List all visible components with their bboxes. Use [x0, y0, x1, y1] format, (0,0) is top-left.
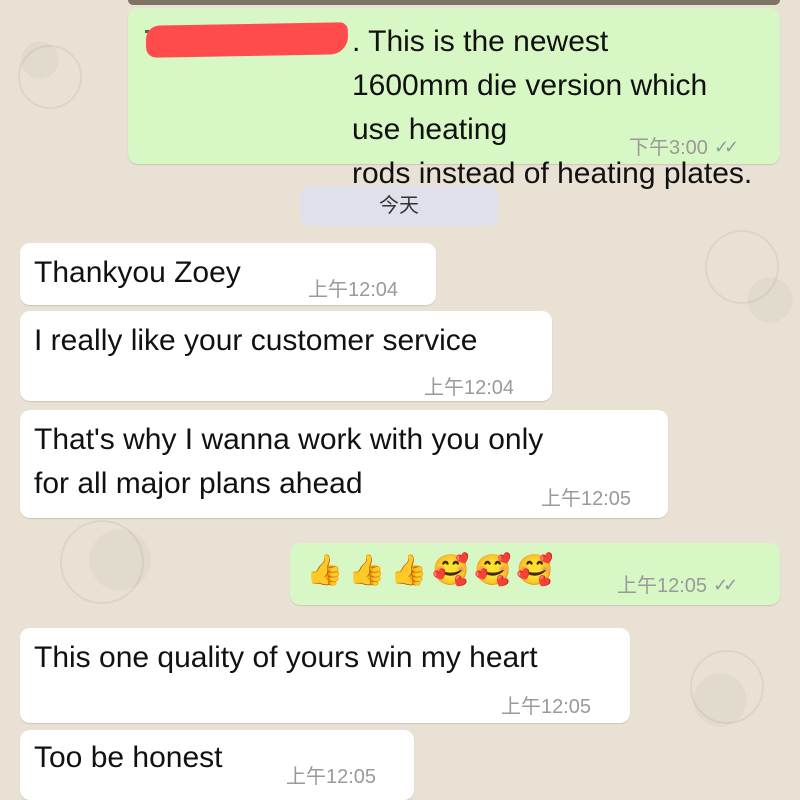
date-separator: 今天 — [300, 186, 498, 226]
message-time: 上午12:05 — [286, 766, 377, 788]
message-text: This one quality of yours win my heart — [34, 641, 538, 674]
background-doodle — [705, 230, 779, 304]
smiling-face-with-hearts-emoji: 🥰 — [432, 554, 470, 587]
message-time: 下午3:00 ✓✓ — [629, 131, 739, 160]
redaction-mark — [145, 22, 349, 58]
thumbs-up-emoji: 👍 — [306, 554, 344, 587]
thumbs-up-emoji: 👍 — [390, 554, 428, 587]
message-text: I really like your customer service — [34, 324, 478, 357]
message-bubble-incoming[interactable]: I really like your customer service 上午12… — [20, 311, 552, 401]
message-time: 上午12:04 — [424, 377, 515, 399]
smiling-face-with-hearts-emoji: 🥰 — [516, 554, 554, 587]
message-text: . This is the newest 1600mm die version … — [352, 25, 753, 190]
message-text: Too be honest — [34, 741, 223, 774]
message-time: 上午12:05 ✓✓ — [617, 569, 738, 598]
background-doodle — [18, 45, 82, 109]
message-time: 上午12:05 — [501, 696, 592, 718]
emoji-message: 👍 👍 👍 🥰 🥰 🥰 — [306, 550, 554, 592]
message-time-text: 下午3:00 — [629, 137, 708, 159]
message-bubble-incoming[interactable]: This one quality of yours win my heart 上… — [20, 628, 630, 723]
message-time: 上午12:04 — [308, 279, 399, 301]
message-bubble-incoming[interactable]: That's why I wanna work with you only fo… — [20, 410, 668, 518]
message-time-text: 上午12:05 — [617, 575, 708, 597]
message-bubble-incoming[interactable]: Too be honest 上午12:05 — [20, 730, 414, 800]
background-doodle — [60, 520, 144, 604]
double-check-icon: ✓✓ — [713, 575, 738, 595]
thumbs-up-emoji: 👍 — [348, 554, 386, 587]
message-time: 上午12:05 — [541, 488, 632, 510]
message-text: Thankyou Zoey — [34, 256, 241, 289]
background-doodle — [690, 650, 764, 724]
double-check-icon: ✓✓ — [713, 137, 739, 157]
previous-media-edge — [128, 0, 780, 5]
message-bubble-incoming[interactable]: Thankyou Zoey 上午12:04 — [20, 243, 436, 305]
smiling-face-with-hearts-emoji: 🥰 — [474, 554, 512, 587]
